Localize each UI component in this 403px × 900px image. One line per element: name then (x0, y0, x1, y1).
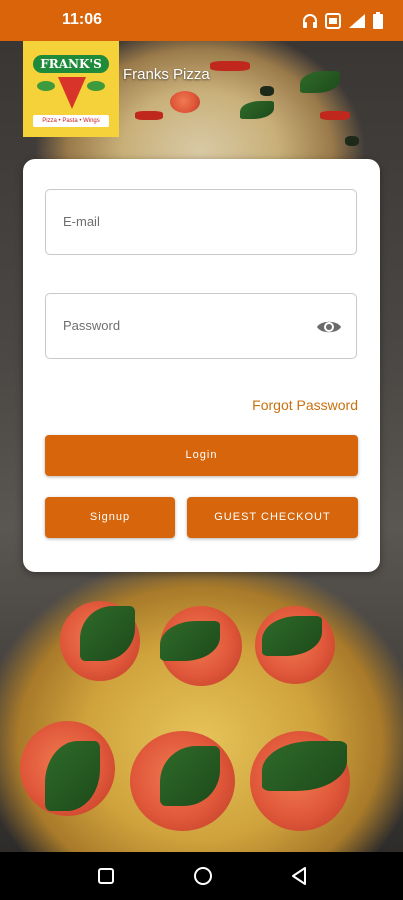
login-button[interactable]: Login (45, 435, 358, 476)
email-field[interactable]: E-mail (45, 189, 357, 255)
app-title: Franks Pizza (123, 66, 210, 83)
login-card: E-mail Password Forgot Password Login Si… (23, 159, 380, 572)
password-placeholder: Password (63, 318, 121, 333)
signal-icon (348, 13, 366, 29)
battery-icon (373, 12, 383, 29)
logo-tagline: Pizza • Pasta • Wings (33, 115, 109, 127)
email-placeholder: E-mail (63, 214, 100, 229)
guest-checkout-button[interactable]: GUEST CHECKOUT (187, 497, 358, 538)
show-password-icon[interactable] (316, 315, 342, 344)
back-icon[interactable] (290, 866, 308, 891)
franks-logo: FRANK'S Pizza • Pasta • Wings (23, 41, 119, 137)
forgot-password-link[interactable]: Forgot Password (252, 397, 358, 413)
signup-button[interactable]: Signup (45, 497, 175, 538)
status-time: 11:06 (62, 11, 103, 28)
home-icon[interactable] (193, 866, 213, 891)
headphones-icon (302, 13, 318, 29)
recent-apps-icon[interactable] (97, 867, 115, 890)
status-bar: 11:06 (0, 0, 403, 41)
pizza-slice-icon (58, 77, 86, 109)
password-field[interactable]: Password (45, 293, 357, 359)
logo-banner: FRANK'S (33, 55, 109, 73)
screen-record-icon (325, 12, 341, 29)
